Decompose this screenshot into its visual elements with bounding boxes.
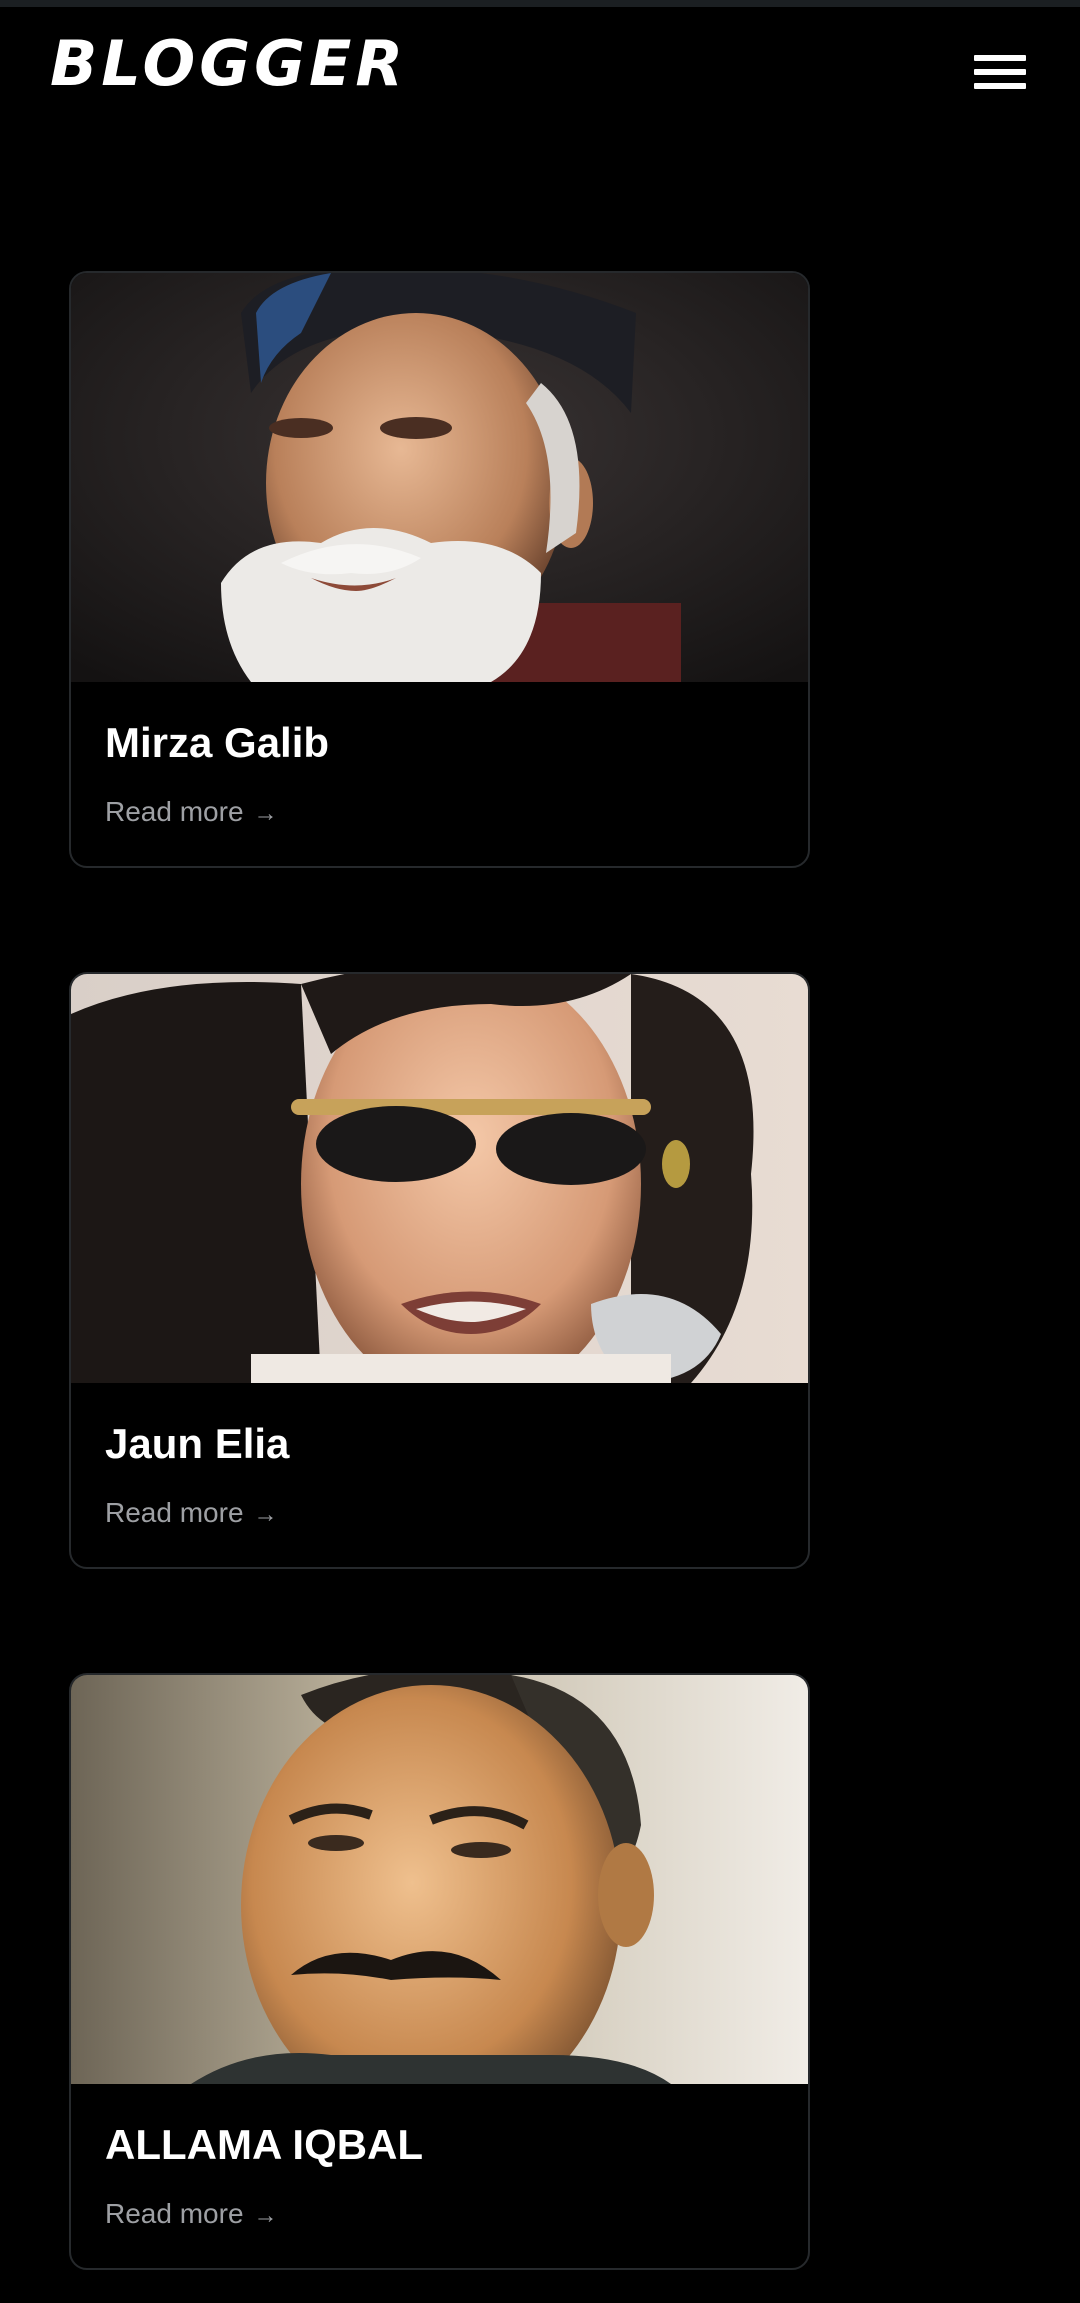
hamburger-menu-icon[interactable]	[970, 51, 1028, 95]
read-more-label: Read more	[105, 1497, 244, 1528]
arrow-right-icon: →	[253, 800, 278, 827]
arrow-right-icon: →	[253, 1501, 278, 1528]
post-title[interactable]: Jaun Elia	[105, 1423, 289, 1465]
post-title[interactable]: ALLAMA IQBAL	[105, 2124, 423, 2166]
app-header: BLOGGER	[0, 7, 1080, 127]
menu-bar	[974, 83, 1026, 89]
read-more-link[interactable]: Read more →	[105, 2200, 278, 2228]
read-more-label: Read more	[105, 796, 244, 827]
brand-logo[interactable]: BLOGGER	[50, 33, 407, 95]
post-card[interactable]: ALLAMA IQBAL Read more →	[69, 1673, 810, 2270]
post-image[interactable]	[71, 273, 808, 682]
post-image[interactable]	[71, 1675, 808, 2084]
status-strip	[0, 0, 1080, 7]
read-more-link[interactable]: Read more →	[105, 798, 278, 826]
post-card[interactable]: Mirza Galib Read more →	[69, 271, 810, 868]
post-card[interactable]: Jaun Elia Read more →	[69, 972, 810, 1569]
post-title[interactable]: Mirza Galib	[105, 722, 329, 764]
read-more-label: Read more	[105, 2198, 244, 2229]
menu-bar	[974, 55, 1026, 61]
arrow-right-icon: →	[253, 2202, 278, 2229]
post-image[interactable]	[71, 974, 808, 1383]
menu-bar	[974, 69, 1026, 75]
read-more-link[interactable]: Read more →	[105, 1499, 278, 1527]
